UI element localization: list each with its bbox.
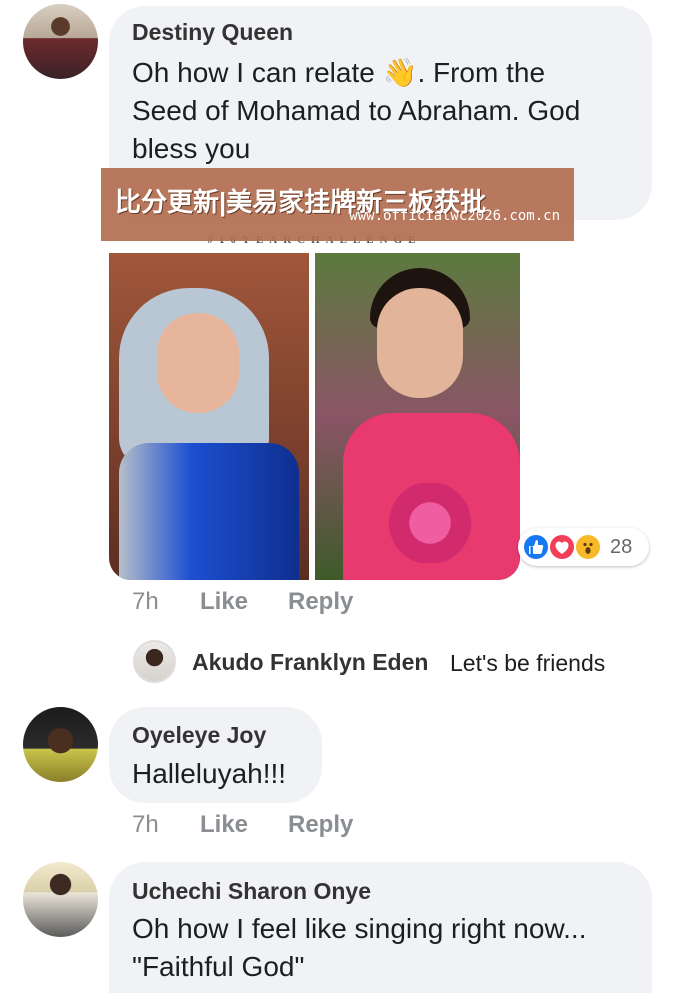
photo-face-shape (377, 288, 463, 398)
photo-before (109, 253, 309, 580)
watermark-url: www.officialwc2026.com.cn (349, 208, 560, 224)
comment-text-line: "Faithful God" (132, 951, 305, 982)
photo-flowers-shape (375, 483, 485, 563)
comment-author[interactable]: Destiny Queen (132, 19, 293, 46)
photo-clothing-shape (119, 443, 299, 580)
comment-author[interactable]: Uchechi Sharon Onye (132, 878, 371, 905)
wow-icon (574, 533, 602, 561)
avatar[interactable] (23, 862, 98, 937)
reactions-summary[interactable]: 28 (518, 528, 649, 566)
comment-text-line: Oh how I can relate 👋. From the (132, 57, 546, 88)
reply-text: Let's be friends (450, 650, 606, 676)
comment-text-line: bless you (132, 133, 251, 164)
avatar[interactable] (23, 4, 98, 79)
comment-timestamp[interactable]: 7h (132, 811, 159, 839)
comment-photo-attachment[interactable]: #10YEARCHALLENGE (109, 226, 520, 580)
reply-button[interactable]: Reply (288, 588, 353, 616)
avatar[interactable] (23, 707, 98, 782)
comment-author[interactable]: Oyeleye Joy (132, 722, 266, 749)
comment-timestamp[interactable]: 7h (132, 588, 159, 616)
comment-text-line: Seed of Mohamad to Abraham. God (132, 95, 581, 126)
reply-button[interactable]: Reply (288, 811, 353, 839)
like-button[interactable]: Like (200, 811, 248, 839)
comment-text-line: Oh how I feel like singing right now... (132, 913, 587, 944)
photo-face-shape (157, 313, 239, 413)
like-icon (522, 533, 550, 561)
comment-text-line: Halleluyah!!! (132, 758, 287, 789)
love-icon (548, 533, 576, 561)
photo-after (315, 253, 520, 580)
reply-author[interactable]: Akudo Franklyn Eden (192, 649, 428, 676)
like-button[interactable]: Like (200, 588, 248, 616)
watermark-banner: 比分更新|美易家挂牌新三板获批 www.officialwc2026.com.c… (101, 168, 574, 241)
avatar[interactable] (133, 640, 176, 683)
reaction-count: 28 (610, 536, 633, 558)
